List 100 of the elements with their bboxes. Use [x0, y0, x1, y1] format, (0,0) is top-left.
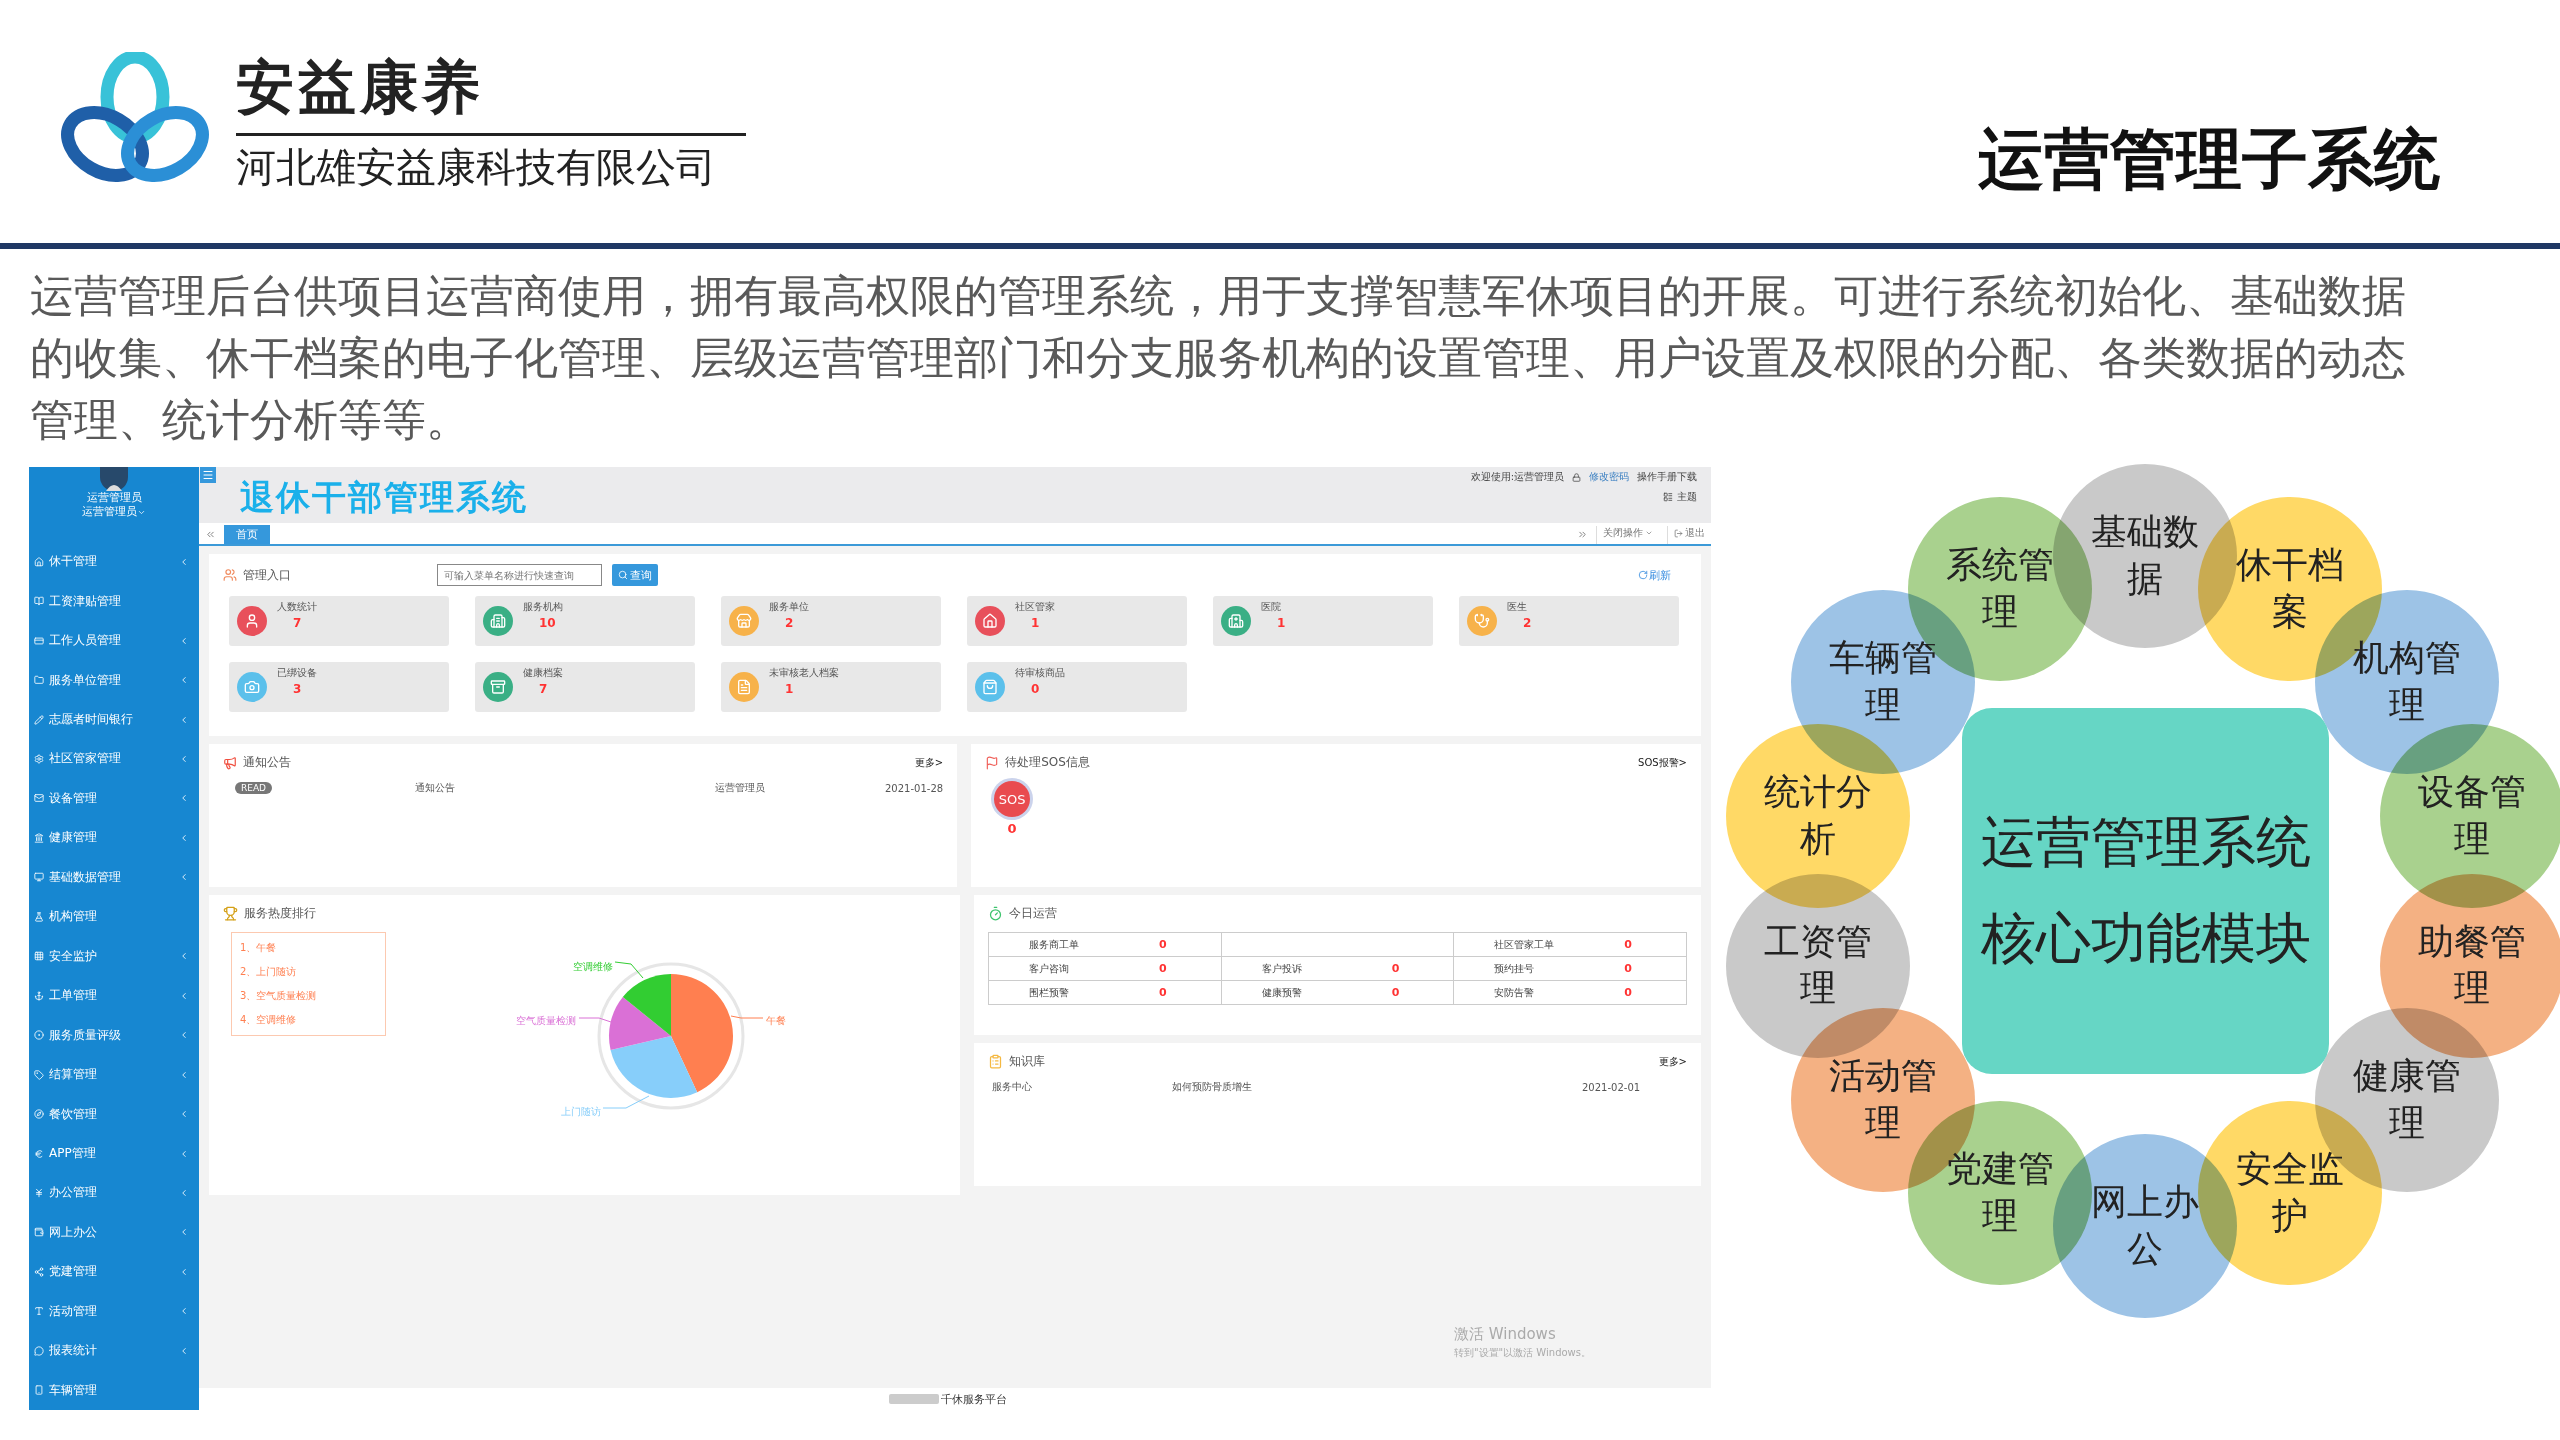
scroll-left-icon[interactable]	[205, 529, 216, 540]
hospital-icon	[1228, 613, 1244, 629]
sidebar-item[interactable]: 设备管理	[29, 778, 199, 819]
sidebar-item[interactable]: 基础数据管理	[29, 857, 199, 898]
sidebar-item[interactable]: 工资津贴管理	[29, 581, 199, 621]
stat-card[interactable]: 医院 1	[1213, 596, 1433, 646]
stat-card[interactable]: 服务单位 2	[721, 596, 941, 646]
stat-card[interactable]: 待审核商品 0	[967, 662, 1187, 712]
stat-card[interactable]: 服务机构 10	[475, 596, 695, 646]
folder-icon	[34, 675, 44, 686]
article-category: 服务中心	[992, 1080, 1033, 1094]
stat-label: 健康档案	[523, 666, 563, 680]
stat-card[interactable]: 社区管家 1	[967, 596, 1187, 646]
app-title: 退休干部管理系统	[240, 476, 528, 519]
leader-line	[602, 1095, 650, 1109]
sos-alarm-link[interactable]: SOS报警>	[1638, 755, 1687, 770]
stat-label: 医生	[1507, 600, 1528, 614]
user-role[interactable]: 运营管理员	[82, 505, 137, 519]
sidebar-item[interactable]: 党建管理	[29, 1252, 199, 1292]
leader-line	[578, 1017, 612, 1023]
tag-icon	[34, 1069, 44, 1080]
theme-link[interactable]: 主题	[1677, 490, 1697, 504]
close-menu-button[interactable]: 关闭操作	[1596, 526, 1659, 544]
house-icon	[982, 613, 998, 629]
sidebar-item[interactable]: 网上办公	[29, 1212, 199, 1253]
sidebar-item[interactable]: 活动管理	[29, 1291, 199, 1332]
stat-label: 服务单位	[769, 600, 809, 614]
sidebar-item[interactable]: 志愿者时间银行	[29, 699, 199, 740]
panel-title: 管理入口	[243, 566, 291, 584]
logout-button[interactable]: 退出	[1667, 526, 1711, 544]
phone-icon	[34, 1385, 44, 1396]
list-icon	[1663, 492, 1673, 502]
description-text: 运营管理后台供项目运营商使用，拥有最高权限的管理系统，用于支撑智慧军休项目的开展。可进行系统初始化、基础数据的收集、休干档案的电子化管理、层级运营管理部门和分支服务机构的设置管理、用户设置及权限的分配、各类数据的动态管理、统计分析等等。	[29, 269, 2407, 447]
sidebar-item[interactable]: 餐饮管理	[29, 1094, 199, 1134]
more-link[interactable]: 更多>	[914, 755, 944, 770]
change-password-link[interactable]: 修改密码	[1589, 470, 1629, 484]
sidebar-item[interactable]: APP管理	[29, 1133, 199, 1174]
anchor-icon	[34, 990, 44, 1001]
stat-label: 社区管家工单	[1494, 937, 1556, 952]
chart-label: 空气质量检测	[516, 1015, 576, 1026]
menu-button[interactable]	[200, 467, 216, 483]
stat-value: 0	[1391, 962, 1400, 975]
sidebar-item[interactable]: 结算管理	[29, 1054, 199, 1095]
tab[interactable]: 首页	[224, 525, 270, 544]
yen-icon	[34, 1187, 44, 1198]
stat-label: 已绑设备	[277, 666, 317, 680]
refresh-button[interactable]: 刷新	[1638, 567, 1687, 583]
ranking-item: 2、上门随访	[240, 965, 298, 979]
redacted-block	[889, 1394, 939, 1404]
gear-icon	[34, 754, 44, 764]
sidebar-item[interactable]: 安全监护	[29, 936, 199, 976]
person-icon	[244, 613, 260, 629]
stat-value: 2	[1522, 616, 1532, 630]
scroll-right-icon[interactable]	[1577, 529, 1588, 540]
manual-link[interactable]: 操作手册下载	[1637, 470, 1697, 484]
stat-value: 1	[1030, 616, 1041, 630]
stat-value: 1	[784, 682, 795, 696]
euro-icon	[34, 1148, 44, 1159]
stat-card[interactable]: 健康档案 7	[475, 662, 695, 712]
bank-icon	[34, 832, 44, 843]
stat-card[interactable]: 医生 2	[1459, 596, 1679, 646]
clipboard-icon	[988, 1054, 1003, 1069]
stat-card[interactable]: 已绑设备 3	[229, 662, 449, 712]
sidebar-item[interactable]: 休干管理	[29, 542, 199, 582]
module-label: 设备管理	[2417, 770, 2526, 862]
stat-card[interactable]: 未审核老人档案 1	[721, 662, 941, 712]
search-field[interactable]: 可输入菜单名称进行快速查询	[437, 564, 602, 586]
chat-icon	[34, 1345, 44, 1356]
module-label: 活动管理	[1829, 1054, 1938, 1145]
stat-label: 预约挂号	[1494, 961, 1536, 976]
module-label: 工资管理	[1764, 919, 1873, 1011]
trophy-icon	[223, 906, 238, 921]
sidebar-item[interactable]: 服务质量评级	[29, 1015, 199, 1055]
stat-card[interactable]: 人数统计 7	[229, 596, 449, 646]
search-button[interactable]: 查询	[612, 564, 658, 586]
sidebar-item[interactable]: 车辆管理	[29, 1370, 199, 1410]
archive-icon	[490, 679, 506, 695]
logout-icon	[1674, 528, 1683, 538]
sidebar-item[interactable]: 工单管理	[29, 976, 199, 1016]
module-label: 网上办公	[2091, 1180, 2199, 1271]
sidebar-item[interactable]: 报表统计	[29, 1331, 199, 1371]
sidebar-item[interactable]: 工作人员管理	[29, 620, 199, 661]
module-label: 系统管理	[1945, 543, 2054, 635]
stat-label: 围栏预警	[1029, 985, 1070, 1000]
sidebar-item[interactable]: 办公管理	[29, 1173, 199, 1213]
stat-value: 3	[292, 682, 303, 696]
company-name: 河北雄安益康科技有限公司	[236, 142, 717, 192]
sidebar-item[interactable]: 社区管家管理	[29, 739, 199, 779]
article-title[interactable]: 如何预防骨质增生	[1172, 1080, 1582, 1094]
stat-label: 未审核老人档案	[769, 666, 839, 680]
notice-title[interactable]: 通知公告	[415, 781, 715, 795]
stat-value: 0	[1159, 938, 1167, 951]
sidebar-item[interactable]: 机构管理	[29, 897, 199, 937]
sidebar-item[interactable]: 健康管理	[29, 818, 199, 858]
sidebar-item[interactable]: 服务单位管理	[29, 660, 199, 700]
more-link[interactable]: 更多>	[1658, 1054, 1687, 1069]
chart-label: 空调维修	[573, 961, 613, 972]
panel-title: 今日运营	[1009, 905, 1057, 922]
ranking-item: 3、空气质量检测	[240, 989, 318, 1003]
megaphone-icon	[223, 755, 237, 770]
